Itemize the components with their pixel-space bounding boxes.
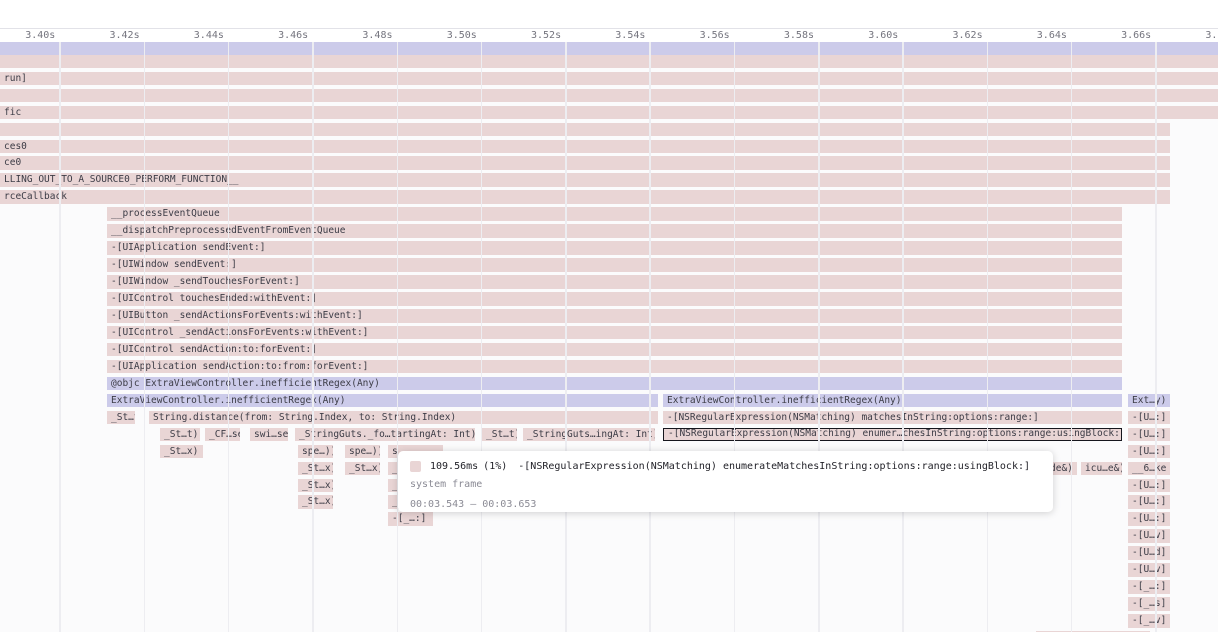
flame-chart: run] fic ces0 ce0 LLING_OUT_TO_A_SOURCE0_PER… xyxy=(0,0,1218,632)
flame-frame[interactable]: _St…x) xyxy=(298,495,333,509)
flame-frame[interactable] xyxy=(0,55,1218,69)
flame-frame[interactable]: -[UIApplication sendAction:to:from:forEv… xyxy=(107,360,1122,374)
gridline xyxy=(397,42,399,632)
flame-frame[interactable]: _St…t) xyxy=(482,428,517,442)
frame-tooltip: 109.56ms (1%) -[NSRegularExpression(NSMa… xyxy=(398,451,1053,512)
flame-frame[interactable]: _St…x) xyxy=(298,479,333,493)
tooltip-time-range: 00:03.543 — 00:03.653 xyxy=(410,499,1041,514)
flame-frame[interactable]: _St…t) xyxy=(160,428,200,442)
flame-frame[interactable]: -[U…:] xyxy=(1128,479,1170,493)
flame-frame[interactable]: -[UIApplication sendEvent:] xyxy=(107,241,1122,255)
flame-frame[interactable]: icu…e&) xyxy=(1081,462,1122,476)
tick-label: 3.42s xyxy=(109,30,139,41)
tooltip-main-line: 109.56ms (1%) -[NSRegularExpression(NSMa… xyxy=(410,459,1041,474)
tick-label: 3.44s xyxy=(194,30,224,41)
flame-frame[interactable]: -[_…v] xyxy=(1128,614,1170,628)
flame-frame[interactable]: -[UIButton _sendActionsForEvents:withEve… xyxy=(107,309,1122,323)
flame-frame[interactable] xyxy=(0,123,1170,137)
tick-label: 3.66s xyxy=(1121,30,1151,41)
flame-frame[interactable]: -[U…d] xyxy=(1128,546,1170,560)
flame-frame[interactable]: -[U…:] xyxy=(1128,428,1170,442)
tick-label: 3.52s xyxy=(531,30,561,41)
flame-frame[interactable]: -[UIWindow sendEvent:] xyxy=(107,258,1122,272)
selected-frame[interactable]: -[NSRegularExpression(NSMatching) enumer… xyxy=(663,428,1122,442)
tick-label: 3.68s xyxy=(1205,30,1218,41)
flame-frame[interactable]: -[_…:] xyxy=(388,512,433,526)
tick-label: 3.46s xyxy=(278,30,308,41)
flame-frame[interactable]: -[NSRegularExpression(NSMatching) matche… xyxy=(663,411,1122,425)
tick-label: 3.48s xyxy=(362,30,392,41)
flame-frame[interactable]: -[U…:] xyxy=(1128,495,1170,509)
flame-frame[interactable]: ce0 xyxy=(0,156,1170,170)
flame-frame[interactable]: run] xyxy=(0,72,1218,86)
flame-frame[interactable]: ExtraViewController.inefficientRegex(Any… xyxy=(663,394,1122,408)
flame-frame[interactable]: -[UIControl sendAction:to:forEvent:] xyxy=(107,343,1122,357)
tooltip-percent: (1%) xyxy=(483,461,507,472)
tooltip-function-name: -[NSRegularExpression(NSMatching) enumer… xyxy=(518,461,1030,472)
flame-frame[interactable]: @objc ExtraViewController.inefficientReg… xyxy=(107,377,1122,391)
gridline xyxy=(481,42,483,632)
flame-frame[interactable]: rceCallback xyxy=(0,190,1170,204)
tick-label: 3.50s xyxy=(447,30,477,41)
flame-frame[interactable]: -[U…v] xyxy=(1128,529,1170,543)
flame-frame[interactable]: -[UIWindow _sendTouchesForEvent:] xyxy=(107,275,1122,289)
ruler-divider xyxy=(0,28,1218,29)
tick-label: 3.58s xyxy=(784,30,814,41)
gridline xyxy=(649,42,651,632)
timeline-ruler[interactable]: 3.40s 3.42s 3.44s 3.46s 3.48s 3.50s 3.52s 3.54s… xyxy=(0,0,1218,42)
flame-frame[interactable] xyxy=(0,42,1218,55)
flame-frame[interactable]: String.distance(from: String.Index, to: … xyxy=(149,411,658,425)
gridline xyxy=(565,42,567,632)
tooltip-duration: 109.56ms xyxy=(430,461,478,472)
flame-frame[interactable]: -[U…:] xyxy=(1128,512,1170,526)
flame-frame[interactable]: swi…se xyxy=(250,428,288,442)
flame-frame[interactable]: -[U…:] xyxy=(1128,411,1170,425)
flame-frame[interactable]: __dispatchPreprocessedEventFromEventQueu… xyxy=(107,224,1122,238)
tick-label: 3.64s xyxy=(1037,30,1067,41)
tick-label: 3.54s xyxy=(615,30,645,41)
flame-frame[interactable]: spe…)) xyxy=(345,445,380,459)
flame-frame[interactable]: _St…x) xyxy=(298,462,333,476)
flame-frame[interactable]: -[U…:] xyxy=(1128,445,1170,459)
flame-frame[interactable]: ces0 xyxy=(0,140,1170,154)
gridline xyxy=(734,42,736,632)
flame-frame[interactable]: -[UIControl _sendActionsForEvents:withEv… xyxy=(107,326,1122,340)
tooltip-category: system frame xyxy=(410,479,1041,494)
gridline xyxy=(228,42,230,632)
flame-frame[interactable]: spe…)) xyxy=(298,445,333,459)
flame-frame[interactable]: -[UIControl touchesEnded:withEvent:] xyxy=(107,292,1122,306)
flame-frame[interactable]: _St…x) xyxy=(345,462,380,476)
gridline xyxy=(312,42,314,632)
flame-frame[interactable]: ExtraViewController.inefficientRegex(Any… xyxy=(107,394,658,408)
gridline xyxy=(1155,42,1157,632)
gridline xyxy=(902,42,904,632)
flame-frame[interactable]: _St…t) xyxy=(107,411,135,425)
flame-frame[interactable]: _StringGuts…ingAt: Int) xyxy=(523,428,655,442)
flame-frame[interactable]: -[_…:] xyxy=(1128,580,1170,594)
flame-frame[interactable]: Ext…y) xyxy=(1128,394,1170,408)
gridline xyxy=(144,42,146,632)
flame-frame[interactable]: _CF…se xyxy=(205,428,240,442)
category-color-swatch xyxy=(410,461,421,472)
flame-frame[interactable]: -[_…s] xyxy=(1128,597,1170,611)
tick-label: 3.56s xyxy=(700,30,730,41)
gridline xyxy=(818,42,820,632)
flame-frame[interactable]: -[U…v] xyxy=(1128,563,1170,577)
flame-frame[interactable]: LLING_OUT_TO_A_SOURCE0_PERFORM_FUNCTION_… xyxy=(0,173,1170,187)
tick-label: 3.60s xyxy=(868,30,898,41)
flame-frame[interactable]: fic xyxy=(0,106,1218,120)
flame-frame[interactable]: __6…ke xyxy=(1128,462,1170,476)
flame-frame[interactable]: __processEventQueue xyxy=(107,207,1122,221)
flame-frame[interactable] xyxy=(0,89,1218,103)
gridline xyxy=(1071,42,1073,632)
gridline xyxy=(59,42,61,632)
flame-frame[interactable]: _St…x) xyxy=(160,445,203,459)
tick-label: 3.40s xyxy=(25,30,55,41)
flame-frame[interactable]: _StringGuts._fo…tartingAt: Int) xyxy=(295,428,475,442)
gridline xyxy=(987,42,989,632)
tick-label: 3.62s xyxy=(952,30,982,41)
